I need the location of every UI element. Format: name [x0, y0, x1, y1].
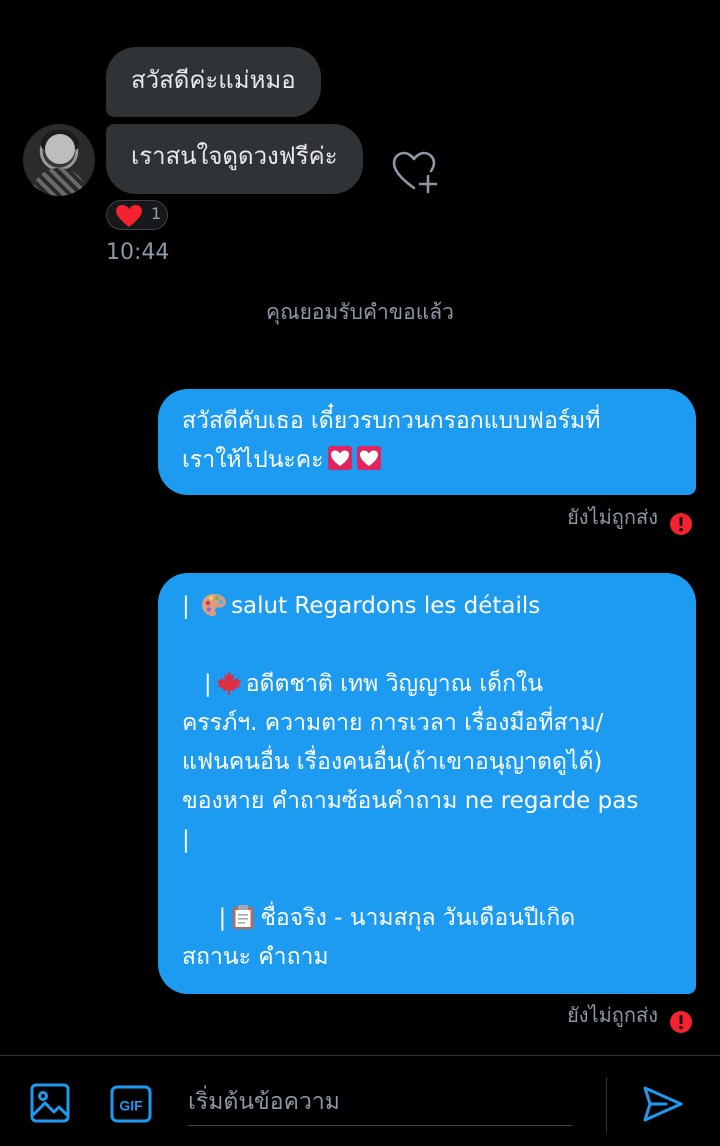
not-sent-status: ยังไม่ถูกส่ง [567, 1003, 658, 1027]
error-icon[interactable] [669, 512, 693, 536]
message-line: ครรภ์ฯ. ความตาย การเวลา เรื่องมือที่สาม/ [182, 710, 604, 736]
message-line-text: | [182, 593, 198, 619]
incoming-message[interactable]: สวัสดีค่ะแม่หมอ [106, 47, 321, 117]
composer-divider [0, 1055, 720, 1056]
message-line-text: เราให้ไปนะคะ [182, 447, 324, 473]
message-line [182, 626, 672, 665]
gif-icon[interactable]: GIF [110, 1085, 152, 1123]
avatar[interactable] [23, 124, 95, 196]
image-icon[interactable] [30, 1083, 70, 1123]
maple-leaf-emoji-icon [216, 671, 241, 695]
message-text: เราสนใจดูดวงฟรีค่ะ [131, 142, 338, 170]
heart-letter-emoji-icon [356, 446, 381, 470]
message-line [182, 860, 672, 899]
message-line-text: | [182, 905, 227, 931]
message-line: | salut Regardons les détails [182, 587, 672, 626]
reaction-badge[interactable]: 1 [106, 200, 168, 230]
message-line: เราให้ไปนะคะ [182, 441, 672, 480]
heart-icon [116, 205, 142, 227]
message-input[interactable] [188, 1078, 572, 1126]
message-line: สวัสดีคับเธอ เดี๋ยวรบกวนกรอกแบบฟอร์มที่ [182, 408, 601, 434]
message-line: | [182, 827, 190, 853]
outgoing-message[interactable]: สวัสดีคับเธอ เดี๋ยวรบกวนกรอกแบบฟอร์มที่ … [158, 389, 696, 495]
message-line: แฟนคนอื่น เรื่องคนอื่น(ถ้าเขาอนุญาตดูได้… [182, 749, 603, 775]
message-text: สวัสดีค่ะแม่หมอ [131, 66, 296, 94]
outgoing-message[interactable]: | salut Regardons les détails | อดีตชาติ … [158, 573, 696, 994]
message-line-text: ชื่อจริง - นามสกุล วันเดือนปีเกิด [260, 905, 576, 931]
message-line-text: salut Regardons les détails [231, 593, 541, 619]
send-icon[interactable] [642, 1084, 684, 1124]
incoming-message[interactable]: เราสนใจดูดวงฟรีค่ะ [106, 124, 363, 194]
message-line: | อดีตชาติ เทพ วิญญาณ เด็กใน [182, 665, 672, 704]
message-line-text: | [182, 671, 212, 697]
heart-letter-emoji-icon [327, 446, 352, 470]
message-line: | ชื่อจริง - นามสกุล วันเดือนปีเกิด [182, 899, 672, 938]
clipboard-emoji-icon [233, 905, 254, 929]
not-sent-status: ยังไม่ถูกส่ง [567, 505, 658, 529]
composer-separator [606, 1077, 607, 1133]
svg-text:GIF: GIF [119, 1098, 143, 1114]
message-timestamp: 10:44 [106, 240, 170, 265]
message-line-text: อดีตชาติ เทพ วิญญาณ เด็กใน [245, 671, 543, 697]
error-icon[interactable] [669, 1010, 693, 1034]
message-line: ของหาย คำถามซ้อนคำถาม ne regarde pas [182, 788, 639, 814]
message-line: สถานะ คำถาม [182, 944, 329, 970]
request-accepted-note: คุณยอมรับคำขอแล้ว [266, 300, 454, 324]
add-reaction-icon[interactable] [392, 150, 438, 194]
reaction-count: 1 [151, 204, 162, 223]
palette-emoji-icon [202, 594, 227, 616]
